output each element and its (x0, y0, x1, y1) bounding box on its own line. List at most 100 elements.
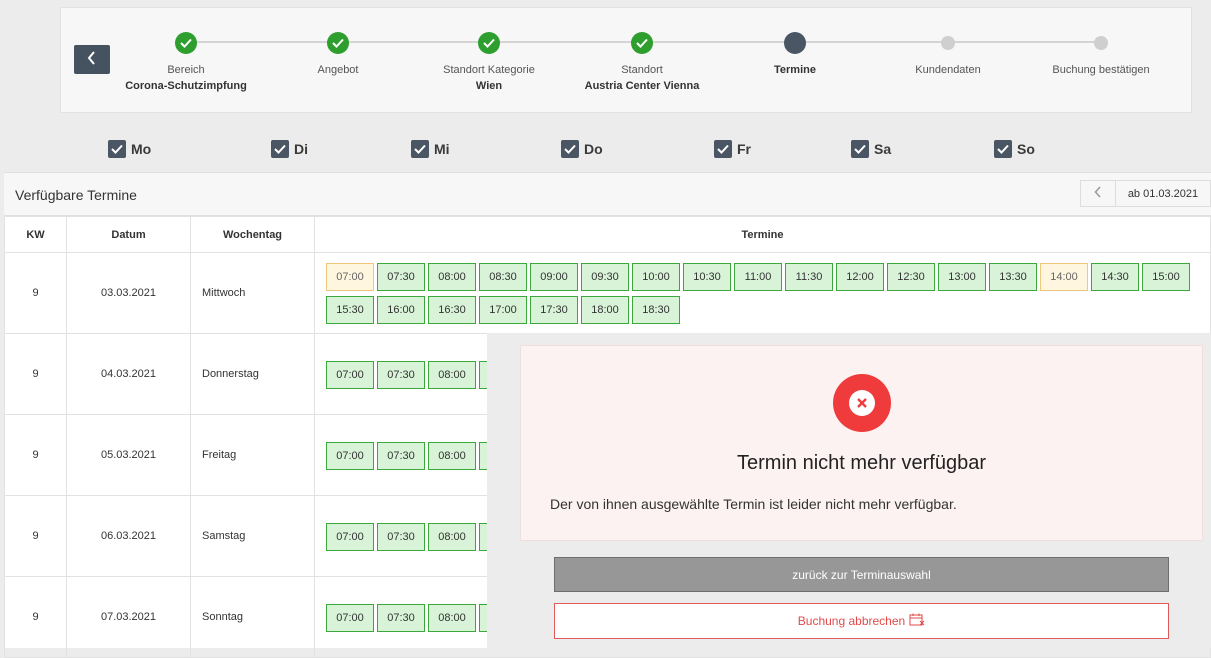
time-slot-button[interactable]: 07:00 (326, 603, 374, 632)
time-slot-button[interactable]: 08:00 (428, 603, 476, 632)
time-slot-button[interactable]: 13:30 (989, 263, 1037, 291)
calendar-x-icon (909, 613, 925, 629)
checkbox-checked-icon[interactable] (271, 140, 289, 158)
time-slot-button[interactable]: 17:30 (530, 296, 578, 324)
time-slot-button[interactable]: 17:00 (479, 296, 527, 324)
time-slot-button[interactable]: 08:00 (428, 441, 476, 470)
error-x-icon (833, 374, 891, 432)
date-range-button[interactable]: ab 01.03.2021 (1115, 180, 1211, 207)
day-filter-fr[interactable]: Fr (714, 140, 751, 158)
cell-wochentag: Sonntag (190, 576, 315, 658)
time-slot-button[interactable]: 15:00 (1142, 263, 1190, 291)
day-label: Do (584, 141, 603, 157)
day-filter-so[interactable]: So (994, 140, 1035, 158)
time-slot-button[interactable]: 09:30 (581, 263, 629, 291)
day-filter-do[interactable]: Do (561, 140, 603, 158)
day-filter-di[interactable]: Di (271, 140, 308, 158)
step-value: Austria Center Vienna (584, 80, 700, 92)
time-slot-button[interactable]: 08:00 (428, 263, 476, 291)
time-slot-button[interactable]: 14:30 (1091, 263, 1139, 291)
time-slot-button[interactable]: 07:00 (326, 441, 374, 470)
time-slot-button[interactable]: 16:30 (428, 296, 476, 324)
cell-kw: 9 (4, 333, 67, 415)
cell-wochentag: Samstag (190, 495, 315, 577)
alert-message: Der von ihnen ausgewählte Termin ist lei… (550, 496, 957, 512)
check-icon (631, 31, 653, 54)
time-slot-button[interactable]: 13:00 (938, 263, 986, 291)
time-slot-button[interactable]: 16:00 (377, 296, 425, 324)
check-icon (327, 31, 349, 54)
checkbox-checked-icon[interactable] (714, 140, 732, 158)
chevron-left-icon (1094, 185, 1102, 203)
checkbox-checked-icon[interactable] (851, 140, 869, 158)
day-filter-sa[interactable]: Sa (851, 140, 891, 158)
time-slot-button[interactable]: 10:00 (632, 263, 680, 291)
time-slot-button[interactable]: 07:30 (377, 263, 425, 291)
cancel-booking-button[interactable]: Buchung abbrechen (554, 603, 1169, 639)
cell-datum: 03.03.2021 (66, 252, 191, 334)
check-icon (175, 31, 197, 54)
time-slot-button[interactable]: 07:30 (377, 603, 425, 632)
step-label: Buchung bestätigen (1052, 64, 1150, 76)
cell-wochentag: Donnerstag (190, 333, 315, 415)
cell-kw: 9 (4, 252, 67, 334)
table-header-row: KW Datum Wochentag Termine (4, 216, 1211, 253)
column-header-wochentag: Wochentag (190, 216, 315, 253)
pending-step-dot (1094, 35, 1108, 50)
time-slot-button[interactable]: 12:30 (887, 263, 935, 291)
time-slot-button[interactable]: 18:30 (632, 296, 680, 324)
time-slot-button[interactable]: 07:30 (377, 360, 425, 389)
panel-title: Verfügbare Termine (15, 187, 137, 203)
time-slot-button[interactable]: 08:00 (428, 522, 476, 551)
time-slot-button[interactable]: 09:00 (530, 263, 578, 291)
day-filter-mi[interactable]: Mi (411, 140, 450, 158)
previous-week-button[interactable] (1080, 180, 1116, 207)
cell-datum: 06.03.2021 (66, 495, 191, 577)
pending-step-dot (941, 35, 955, 50)
day-filter-mo[interactable]: Mo (108, 140, 151, 158)
time-slot-button[interactable]: 07:30 (377, 441, 425, 470)
time-slot-button[interactable]: 12:00 (836, 263, 884, 291)
error-modal: Termin nicht mehr verfügbar Der von ihne… (487, 333, 1211, 648)
day-label: So (1017, 141, 1035, 157)
cell-termine: 07:00 07:30 08:00 08:30 09:00 09:30 10:00 10:30… (314, 252, 1211, 334)
cell-kw: 9 (4, 576, 67, 658)
time-slot-button[interactable]: 07:30 (377, 522, 425, 551)
cell-datum: 04.03.2021 (66, 333, 191, 415)
time-slot-button[interactable]: 10:30 (683, 263, 731, 291)
back-to-selection-button[interactable]: zurück zur Terminauswahl (554, 557, 1169, 592)
active-step-dot (784, 31, 806, 54)
day-label: Di (294, 141, 308, 157)
time-slot-button[interactable]: 08:30 (479, 263, 527, 291)
time-slot-button[interactable]: 14:00 (1040, 263, 1088, 291)
column-header-datum: Datum (66, 216, 191, 253)
cell-kw: 9 (4, 495, 67, 577)
day-label: Mo (131, 141, 152, 157)
time-slot-button[interactable]: 08:00 (428, 360, 476, 389)
table-row: 9 03.03.2021 Mittwoch 07:00 07:30 08:00 08:30 0… (4, 252, 1211, 334)
checkbox-checked-icon[interactable] (994, 140, 1012, 158)
time-slot-button[interactable]: 07:00 (326, 360, 374, 389)
time-slot-button[interactable]: 11:00 (734, 263, 782, 291)
time-slot-button[interactable]: 07:00 (326, 522, 374, 551)
cell-datum: 05.03.2021 (66, 414, 191, 496)
cell-wochentag: Mittwoch (190, 252, 315, 334)
checkbox-checked-icon[interactable] (108, 140, 126, 158)
cell-kw: 9 (4, 414, 67, 496)
checkbox-checked-icon[interactable] (411, 140, 429, 158)
time-slot-button[interactable]: 15:30 (326, 296, 374, 324)
time-slot-button[interactable]: 11:30 (785, 263, 833, 291)
time-slot-button[interactable]: 07:00 (326, 263, 374, 291)
cancel-booking-label: Buchung abbrechen (797, 614, 906, 628)
checkbox-checked-icon[interactable] (561, 140, 579, 158)
cell-wochentag: Freitag (190, 414, 315, 496)
time-slot-button[interactable]: 18:00 (581, 296, 629, 324)
alert-title: Termin nicht mehr verfügbar (737, 452, 986, 474)
column-header-termine: Termine (314, 216, 1211, 253)
cell-datum: 07.03.2021 (66, 576, 191, 658)
column-header-kw: KW (4, 216, 67, 253)
day-label: Fr (737, 141, 751, 157)
error-alert: Termin nicht mehr verfügbar Der von ihne… (520, 345, 1203, 541)
check-icon (478, 31, 500, 54)
step-buchung-bestaetigen: Buchung bestätigen (1001, 31, 1201, 78)
